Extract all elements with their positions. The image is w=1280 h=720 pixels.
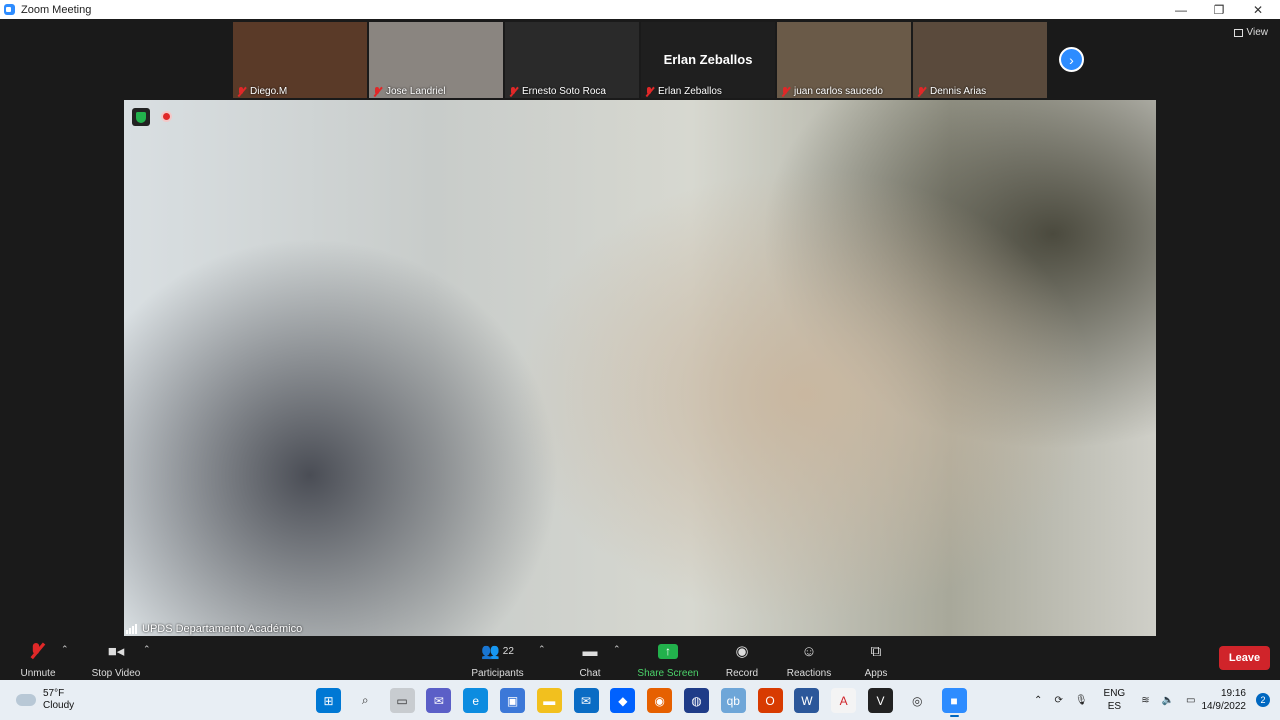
battery-icon[interactable]: ▭ — [1186, 695, 1195, 706]
language-indicator[interactable]: ENG ES — [1104, 687, 1126, 713]
chat-options-caret-icon[interactable]: ⌃ — [613, 644, 621, 655]
window-title: Zoom Meeting — [21, 3, 92, 16]
apps-icon: ⧉ — [870, 642, 882, 660]
active-speaker-video: UPDS Departamento Académico — [124, 100, 1156, 636]
participant-tile[interactable]: Dennis Arias — [913, 22, 1047, 98]
app-icon[interactable]: ◍ — [683, 688, 709, 713]
weather-widget[interactable]: 57°F Cloudy — [16, 688, 74, 712]
participant-tile[interactable]: Jose Landriel — [369, 22, 503, 98]
mic-muted-icon — [372, 86, 382, 97]
chat-button[interactable]: ▬ Chat — [574, 640, 606, 680]
participant-avatar-name: Erlan Zeballos — [663, 52, 753, 67]
participant-name: Jose Landriel — [386, 86, 446, 97]
participant-gallery: Diego.M Jose Landriel Ernesto Soto Roca … — [233, 22, 1049, 98]
minimize-button[interactable]: — — [1161, 0, 1201, 19]
vivaldi-icon[interactable]: V — [867, 688, 893, 713]
windows-taskbar: 57°F Cloudy ⊞ ⌕ ▭ ✉ e ▣ ▬ ✉ ◆ ◉ ◍ qb O W A V ◎ ■ ⌃ ⟳ 🎙 EN… — [0, 680, 1280, 720]
dropbox-icon[interactable]: ◆ — [610, 688, 636, 713]
video-options-caret-icon[interactable]: ⌃ — [143, 644, 151, 655]
acrobat-icon[interactable]: A — [831, 688, 857, 713]
apps-button[interactable]: ⧉ Apps — [861, 640, 891, 680]
zoom-icon[interactable]: ■ — [941, 688, 967, 717]
participant-name: Ernesto Soto Roca — [522, 86, 606, 97]
participants-options-caret-icon[interactable]: ⌃ — [538, 644, 546, 655]
mic-muted-icon — [644, 86, 654, 97]
store-icon[interactable]: ▣ — [499, 688, 525, 713]
sync-icon[interactable]: ⟳ — [1054, 695, 1062, 706]
participant-name: juan carlos saucedo — [794, 86, 883, 97]
meeting-area: Diego.M Jose Landriel Ernesto Soto Roca … — [0, 19, 1280, 636]
mic-muted-icon — [18, 640, 58, 662]
qb-icon[interactable]: qb — [720, 688, 746, 713]
reactions-button[interactable]: ☺ Reactions — [785, 640, 833, 680]
participants-icon: 👥 — [481, 643, 500, 660]
word-icon[interactable]: W — [794, 688, 820, 713]
participant-name: Diego.M — [250, 86, 288, 97]
share-screen-button[interactable]: ↑ Share Screen — [636, 640, 700, 679]
unmute-button[interactable]: Unmute — [18, 640, 58, 679]
search-icon[interactable]: ⌕ — [352, 688, 378, 713]
zoom-logo-icon — [4, 4, 15, 15]
video-camera-icon: ■◂ — [107, 643, 125, 660]
participant-tile[interactable]: Erlan Zeballos Erlan Zeballos — [641, 22, 775, 98]
obs-icon[interactable]: ◎ — [904, 688, 930, 713]
mic-muted-icon — [916, 86, 926, 97]
restore-button[interactable]: ❐ — [1199, 0, 1239, 19]
speaker-name: UPDS Departamento Académico — [142, 623, 303, 635]
next-page-button[interactable]: › — [1059, 47, 1084, 72]
clock-time: 19:16 — [1220, 688, 1246, 699]
tray-overflow-icon[interactable]: ⌃ — [1034, 695, 1042, 706]
volume-icon[interactable]: 🔈 — [1162, 695, 1174, 706]
meeting-toolbar: Unmute ⌃ ■◂ Stop Video ⌃ 👥 22 Participant… — [0, 636, 1280, 680]
participants-button[interactable]: 👥 22 Participants — [470, 640, 525, 679]
stop-video-button[interactable]: ■◂ Stop Video — [90, 640, 142, 679]
system-tray: ⌃ ⟳ 🎙 ENG ES ≋ 🔈 ▭ 19:16 14/9/2022 2 — [1028, 680, 1280, 720]
mic-muted-icon — [236, 86, 246, 97]
record-button[interactable]: ◉ Record — [724, 640, 760, 679]
microphone-icon[interactable]: 🎙 — [1075, 695, 1088, 706]
participant-tile[interactable]: juan carlos saucedo — [777, 22, 911, 98]
audio-options-caret-icon[interactable]: ⌃ — [61, 644, 69, 655]
weather-temperature: 57°F — [43, 688, 65, 699]
windows-start-icon[interactable]: ⊞ — [316, 688, 341, 713]
participant-tile[interactable]: Ernesto Soto Roca — [505, 22, 639, 98]
mic-muted-icon — [508, 86, 518, 97]
smiley-icon: ☺ — [801, 642, 817, 660]
share-screen-icon: ↑ — [658, 643, 678, 659]
wifi-icon[interactable]: ≋ — [1141, 695, 1149, 706]
task-view-icon[interactable]: ▭ — [389, 688, 415, 713]
office-icon[interactable]: O — [757, 688, 783, 713]
participants-count: 22 — [502, 645, 514, 657]
teams-chat-icon[interactable]: ✉ — [426, 688, 452, 713]
view-button[interactable]: View — [1233, 27, 1269, 38]
leave-button[interactable]: Leave — [1219, 646, 1270, 670]
window-titlebar: Zoom Meeting — ❐ ✕ — [0, 0, 1280, 19]
edge-icon[interactable]: e — [463, 688, 489, 713]
view-label: View — [1246, 27, 1269, 38]
mail-icon[interactable]: ✉ — [573, 688, 599, 713]
recording-indicator-icon — [161, 111, 172, 122]
clock[interactable]: 19:16 14/9/2022 — [1202, 687, 1247, 713]
participant-name: Erlan Zeballos — [658, 86, 722, 97]
firefox-icon[interactable]: ◉ — [647, 688, 673, 713]
encryption-shield-icon[interactable] — [132, 108, 150, 126]
grid-view-icon — [1233, 28, 1243, 37]
mic-muted-icon — [780, 86, 790, 97]
chevron-right-icon: › — [1069, 51, 1074, 68]
participant-name: Dennis Arias — [930, 86, 987, 97]
signal-strength-icon — [126, 624, 138, 634]
cloud-icon — [16, 694, 36, 706]
file-explorer-icon[interactable]: ▬ — [536, 688, 562, 713]
taskbar-apps: ⊞ ⌕ ▭ ✉ e ▣ ▬ ✉ ◆ ◉ ◍ qb O W A V ◎ ■ — [316, 688, 978, 717]
close-button[interactable]: ✕ — [1238, 0, 1278, 19]
clock-date: 14/9/2022 — [1201, 701, 1247, 712]
participant-tile[interactable]: Diego.M — [233, 22, 367, 98]
chat-bubble-icon: ▬ — [582, 642, 598, 660]
record-icon: ◉ — [735, 643, 749, 660]
weather-description: Cloudy — [43, 700, 75, 711]
notification-badge[interactable]: 2 — [1256, 693, 1270, 707]
